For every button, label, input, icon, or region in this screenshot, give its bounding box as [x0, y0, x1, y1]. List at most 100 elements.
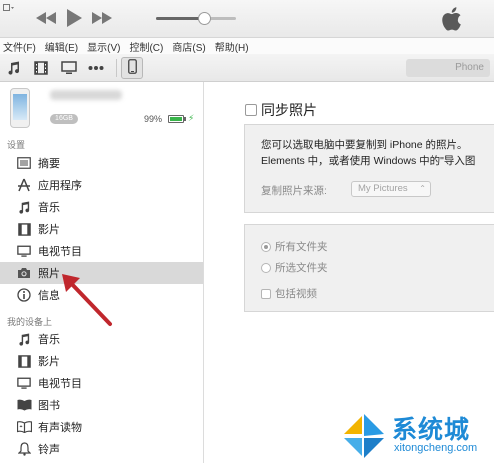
sidebar-item-label: 照片 [38, 268, 60, 280]
folder-options-panel: 所有文件夹 所选文件夹 包括视频 [244, 224, 494, 312]
photos-settings-pane: 同步照片 您可以选取电脑中要复制到 iPhone 的照片。 Elements 中… [205, 82, 494, 463]
sidebar-item-label: 摘要 [38, 158, 60, 170]
tv-icon [16, 375, 32, 391]
menu-edit[interactable]: 编辑(E) [45, 39, 78, 54]
play-icon[interactable] [66, 9, 82, 27]
battery-fill [170, 117, 182, 121]
sidebar-item-device-audiobooks[interactable]: 有声读物 [0, 416, 203, 438]
sync-photos-row[interactable]: 同步照片 [245, 100, 317, 120]
volume-knob[interactable] [198, 12, 211, 25]
option-selected-folders-label: 所选文件夹 [275, 262, 328, 274]
rewind-icon[interactable] [36, 12, 56, 24]
tv-icon[interactable] [61, 60, 77, 76]
settings-section-label: 设置 [7, 140, 26, 150]
toolbar: Phone [0, 54, 494, 82]
transport-controls [36, 9, 112, 27]
title-bar [0, 0, 494, 38]
battery-percent: 99% [144, 114, 163, 124]
sidebar-item-tv[interactable]: 电视节目 [0, 240, 203, 262]
sidebar-item-label: 影片 [38, 224, 60, 236]
iphone-icon [127, 59, 137, 77]
photo-source-label: 复制照片来源: [261, 185, 327, 197]
info-icon [16, 287, 32, 303]
apps-icon [16, 177, 32, 193]
sidebar-item-music[interactable]: 音乐 [0, 196, 203, 218]
sync-description-line2: Elements 中，或者使用 Windows 中的"导入图 [261, 155, 476, 167]
option-all-folders-label: 所有文件夹 [275, 241, 328, 253]
watermark-title: 系统城 [392, 416, 471, 444]
film-icon [16, 221, 32, 237]
sidebar-item-device-tones[interactable]: 铃声 [0, 438, 203, 460]
menu-view[interactable]: 显示(V) [87, 39, 120, 54]
capacity-badge: 16GB [50, 114, 78, 124]
photo-source-select[interactable]: My Pictures ⌃ [351, 181, 431, 197]
sidebar-item-label: 应用程序 [38, 180, 82, 192]
annotation-arrow-icon [58, 270, 118, 333]
charging-icon: ⚡ [188, 113, 195, 123]
window-menu-icon[interactable] [3, 4, 15, 15]
sidebar-item-device-tv[interactable]: 电视节目 [0, 372, 203, 394]
audiobook-icon [16, 419, 32, 435]
sync-photos-label: 同步照片 [261, 102, 317, 118]
menu-bar: 文件(F) 编辑(E) 显示(V) 控制(C) 商店(S) 帮助(H) [0, 38, 494, 54]
sync-description-line1: 您可以选取电脑中要复制到 iPhone 的照片。 [261, 139, 468, 151]
bell-icon [16, 441, 32, 457]
sidebar-item-label: 信息 [38, 290, 60, 302]
music-note-icon [16, 199, 32, 215]
device-name-field[interactable]: Phone [406, 59, 490, 77]
more-dots-icon[interactable] [88, 60, 104, 76]
sidebar-item-apps[interactable]: 应用程序 [0, 174, 203, 196]
iphone-screen [13, 94, 27, 120]
sidebar-item-device-movies[interactable]: 影片 [0, 350, 203, 372]
sidebar-item-label: 音乐 [38, 334, 60, 346]
sidebar-item-device-books[interactable]: 图书 [0, 394, 203, 416]
device-name-blurred [50, 90, 122, 100]
option-selected-folders[interactable]: 所选文件夹 [261, 260, 328, 275]
camera-icon [16, 265, 32, 281]
menu-file[interactable]: 文件(F) [3, 39, 36, 54]
radio-selected-folders[interactable] [261, 262, 271, 273]
photo-source-panel: 您可以选取电脑中要复制到 iPhone 的照片。 Elements 中，或者使用… [244, 124, 494, 213]
sidebar-item-label: 影片 [38, 356, 60, 368]
film-icon [16, 353, 32, 369]
option-include-videos[interactable]: 包括视频 [261, 286, 317, 301]
fast-forward-icon[interactable] [92, 12, 112, 24]
photo-source-value: My Pictures [358, 183, 408, 194]
sidebar-item-label: 电视节目 [38, 246, 82, 258]
sidebar-item-label: 图书 [38, 400, 60, 412]
sync-photos-checkbox[interactable] [245, 104, 257, 116]
battery-tip [184, 117, 186, 121]
menu-store[interactable]: 商店(S) [172, 39, 205, 54]
volume-fill [156, 17, 204, 20]
sidebar-item-movies[interactable]: 影片 [0, 218, 203, 240]
watermark-logo-icon [340, 412, 388, 463]
volume-slider[interactable] [156, 12, 236, 25]
watermark-url: xitongcheng.com [394, 442, 478, 454]
include-videos-checkbox[interactable] [261, 288, 271, 299]
sidebar-item-label: 铃声 [38, 444, 60, 456]
tv-icon [16, 243, 32, 259]
device-button[interactable] [121, 57, 143, 79]
menu-controls[interactable]: 控制(C) [129, 39, 163, 54]
music-note-icon[interactable] [6, 60, 22, 76]
radio-all-folders[interactable] [261, 241, 271, 252]
sidebar-item-label: 音乐 [38, 202, 60, 214]
include-videos-label: 包括视频 [275, 288, 317, 300]
device-info: 16GB 99% ⚡ [0, 82, 204, 134]
book-icon [16, 397, 32, 413]
iphone-thumbnail [10, 88, 30, 128]
sidebar-item-label: 有声读物 [38, 422, 82, 434]
music-note-icon [16, 331, 32, 347]
battery-icon [168, 115, 184, 123]
sidebar-item-label: 电视节目 [38, 378, 82, 390]
my-device-section-label: 我的设备上 [7, 317, 53, 327]
list-icon [16, 155, 32, 171]
menu-help[interactable]: 帮助(H) [215, 39, 249, 54]
sidebar-item-summary[interactable]: 摘要 [0, 152, 203, 174]
select-arrows-icon: ⌃ [419, 184, 426, 193]
sync-description: 您可以选取电脑中要复制到 iPhone 的照片。 Elements 中，或者使用… [261, 137, 494, 169]
film-icon[interactable] [33, 60, 49, 76]
toolbar-divider [116, 59, 117, 77]
apple-logo-icon [440, 6, 462, 35]
option-all-folders[interactable]: 所有文件夹 [261, 239, 328, 254]
